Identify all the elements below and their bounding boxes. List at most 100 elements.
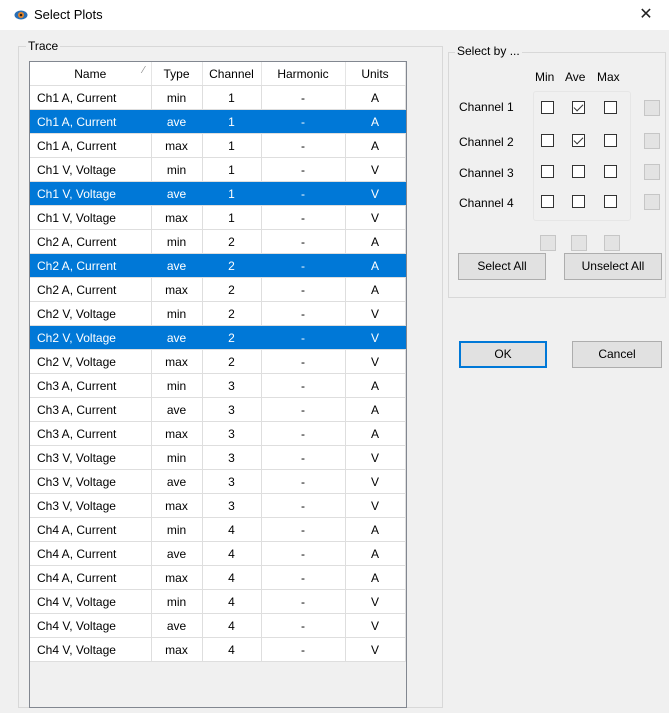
cell-name: Ch2 A, Current — [30, 253, 152, 278]
cell-units: V — [345, 157, 406, 182]
column-header-type[interactable]: Type — [151, 62, 203, 86]
cell-harmonic: - — [261, 349, 346, 374]
channel-4-ave-checkbox[interactable] — [572, 195, 585, 208]
cell-units: V — [345, 325, 406, 350]
channel-2-max-checkbox[interactable] — [604, 134, 617, 147]
cell-name: Ch3 A, Current — [30, 373, 152, 398]
select-all-min-button[interactable] — [540, 235, 556, 251]
channel-2-min-checkbox[interactable] — [541, 134, 554, 147]
cell-type: max — [151, 277, 203, 302]
cell-units: A — [345, 565, 406, 590]
table-row[interactable]: Ch4 V, Voltage min 4- V — [30, 589, 406, 614]
column-header-label: Name — [74, 66, 107, 81]
channel-1-select-row-button[interactable] — [644, 100, 660, 116]
table-row[interactable]: Ch3 V, Voltage ave 3- V — [30, 469, 406, 494]
channel-3-max-checkbox[interactable] — [604, 165, 617, 178]
select-all-ave-button[interactable] — [571, 235, 587, 251]
column-header-units[interactable]: Units — [345, 62, 406, 86]
cell-name: Ch3 A, Current — [30, 397, 152, 422]
column-header-harmonic[interactable]: Harmonic — [261, 62, 346, 86]
cell-units: A — [345, 133, 406, 158]
channel-3-select-row-button[interactable] — [644, 164, 660, 180]
channel-2-select-row-button[interactable] — [644, 133, 660, 149]
table-row[interactable]: Ch1 A, Current max 1- A — [30, 133, 406, 158]
channel-1-min-checkbox[interactable] — [541, 101, 554, 114]
cell-type: min — [151, 373, 203, 398]
cell-name: Ch2 A, Current — [30, 229, 152, 254]
unselect-all-button[interactable]: Unselect All — [564, 253, 662, 280]
table-row[interactable]: Ch1 V, Voltage ave 1- V — [30, 181, 406, 206]
cell-harmonic: - — [261, 205, 346, 230]
table-row[interactable]: Ch4 V, Voltage max 4- V — [30, 637, 406, 662]
trace-table-body: Ch1 A, Current min 1- A Ch1 A, Current ave 1- A… — [30, 85, 406, 662]
table-row[interactable]: Ch4 A, Current ave 4- A — [30, 541, 406, 566]
trace-table-container[interactable]: Name ⁄ Type Channel Harmonic Units Ch1 A,… — [29, 61, 407, 708]
cell-channel: 2 — [202, 349, 262, 374]
channel-3-ave-checkbox[interactable] — [572, 165, 585, 178]
table-row[interactable]: Ch4 A, Current min 4- A — [30, 517, 406, 542]
cell-type: ave — [151, 541, 203, 566]
cell-type: ave — [151, 613, 203, 638]
cell-name: Ch4 V, Voltage — [30, 637, 152, 662]
cell-channel: 2 — [202, 301, 262, 326]
cell-type: min — [151, 589, 203, 614]
channel-2-label: Channel 2 — [459, 135, 514, 149]
channel-2-ave-checkbox[interactable] — [572, 134, 585, 147]
trace-table: Name ⁄ Type Channel Harmonic Units Ch1 A,… — [30, 62, 406, 662]
cell-channel: 4 — [202, 613, 262, 638]
ok-button[interactable]: OK — [459, 341, 547, 368]
cell-harmonic: - — [261, 517, 346, 542]
cell-name: Ch3 V, Voltage — [30, 493, 152, 518]
cell-name: Ch1 A, Current — [30, 85, 152, 110]
channel-1-ave-checkbox[interactable] — [572, 101, 585, 114]
cell-units: V — [345, 205, 406, 230]
cell-name: Ch2 V, Voltage — [30, 301, 152, 326]
cell-units: V — [345, 613, 406, 638]
table-row[interactable]: Ch1 V, Voltage min 1- V — [30, 157, 406, 182]
table-row[interactable]: Ch1 A, Current min 1- A — [30, 85, 406, 110]
cell-harmonic: - — [261, 277, 346, 302]
table-row[interactable]: Ch3 V, Voltage max 3- V — [30, 493, 406, 518]
channel-4-min-checkbox[interactable] — [541, 195, 554, 208]
table-row[interactable]: Ch1 V, Voltage max 1- V — [30, 205, 406, 230]
cell-channel: 1 — [202, 157, 262, 182]
select-all-max-button[interactable] — [604, 235, 620, 251]
channel-1-max-checkbox[interactable] — [604, 101, 617, 114]
table-row[interactable]: Ch3 A, Current max 3- A — [30, 421, 406, 446]
cell-type: min — [151, 229, 203, 254]
cancel-button[interactable]: Cancel — [572, 341, 662, 368]
cell-name: Ch4 A, Current — [30, 517, 152, 542]
select-all-button[interactable]: Select All — [458, 253, 546, 280]
table-row[interactable]: Ch2 A, Current min 2- A — [30, 229, 406, 254]
table-row[interactable]: Ch3 A, Current min 3- A — [30, 373, 406, 398]
cell-harmonic: - — [261, 109, 346, 134]
cell-channel: 1 — [202, 133, 262, 158]
cell-type: min — [151, 301, 203, 326]
cell-name: Ch3 A, Current — [30, 421, 152, 446]
table-row[interactable]: Ch4 V, Voltage ave 4- V — [30, 613, 406, 638]
table-row[interactable]: Ch3 V, Voltage min 3- V — [30, 445, 406, 470]
title-bar: Select Plots ✕ — [0, 0, 669, 30]
table-row[interactable]: Ch3 A, Current ave 3- A — [30, 397, 406, 422]
cell-harmonic: - — [261, 253, 346, 278]
table-row[interactable]: Ch2 A, Current max 2- A — [30, 277, 406, 302]
cell-type: max — [151, 637, 203, 662]
cell-units: V — [345, 349, 406, 374]
cell-harmonic: - — [261, 613, 346, 638]
cell-name: Ch1 V, Voltage — [30, 157, 152, 182]
cell-units: V — [345, 469, 406, 494]
channel-3-min-checkbox[interactable] — [541, 165, 554, 178]
table-row[interactable]: Ch2 V, Voltage ave 2- V — [30, 325, 406, 350]
column-header-channel[interactable]: Channel — [202, 62, 262, 86]
channel-4-select-row-button[interactable] — [644, 194, 660, 210]
table-row[interactable]: Ch2 V, Voltage min 2- V — [30, 301, 406, 326]
channel-4-max-checkbox[interactable] — [604, 195, 617, 208]
table-row[interactable]: Ch1 A, Current ave 1- A — [30, 109, 406, 134]
cell-harmonic: - — [261, 421, 346, 446]
cell-harmonic: - — [261, 469, 346, 494]
table-row[interactable]: Ch2 A, Current ave 2- A — [30, 253, 406, 278]
close-button[interactable]: ✕ — [623, 0, 669, 30]
column-header-name[interactable]: Name ⁄ — [30, 62, 152, 86]
table-row[interactable]: Ch2 V, Voltage max 2- V — [30, 349, 406, 374]
table-row[interactable]: Ch4 A, Current max 4- A — [30, 565, 406, 590]
